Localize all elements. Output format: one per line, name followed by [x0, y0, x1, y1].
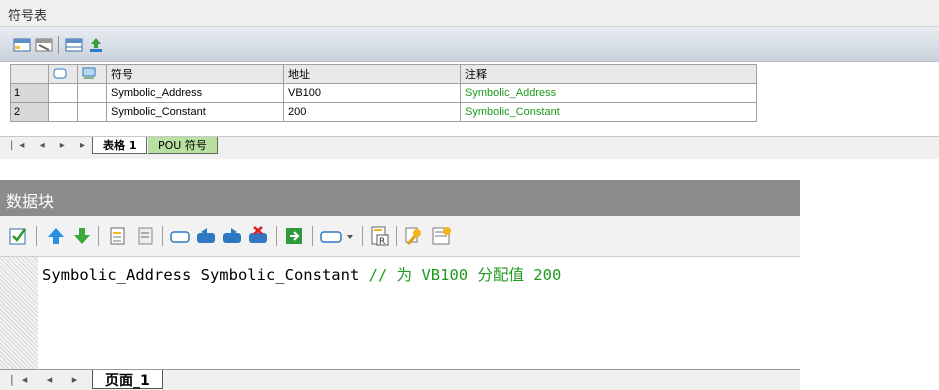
data-block-panel: 数据块 R Symbolic_Address Symbolic_Constant… [0, 180, 800, 390]
toolbar-separator [58, 36, 59, 54]
insert-page-icon[interactable] [106, 224, 130, 248]
table-row[interactable]: 2 Symbolic_Constant 200 Symbolic_Constan… [10, 102, 757, 122]
row-icon-cell [48, 83, 78, 103]
remove-bookmark-icon[interactable] [246, 224, 270, 248]
symbol-table-panel: 符号表 符号 地址 注释 1 Symbolic_Address VB100 Sy… [0, 0, 939, 160]
toolbar-separator [312, 226, 313, 246]
key-icon[interactable] [402, 224, 426, 248]
goto-icon[interactable] [282, 224, 306, 248]
corner-cell [10, 64, 49, 84]
arrow-up-icon[interactable] [44, 224, 68, 248]
toolbar-separator [36, 226, 37, 246]
toolbar-separator [162, 226, 163, 246]
grid-header-row: 符号 地址 注释 [10, 64, 757, 84]
comment-cell[interactable]: Symbolic_Address [460, 83, 757, 103]
symbol-table-toolbar [0, 27, 939, 62]
prev-bookmark-icon[interactable] [194, 224, 218, 248]
row-icon-cell [77, 83, 107, 103]
address-cell[interactable]: 200 [283, 102, 461, 122]
row-number[interactable]: 2 [10, 102, 49, 122]
data-block-title: 数据块 [6, 192, 55, 211]
col-symbol-header[interactable]: 符号 [106, 64, 284, 84]
properties-icon[interactable] [430, 224, 454, 248]
col-comment-icon-header [77, 64, 107, 84]
symbol-cell[interactable]: Symbolic_Address [106, 83, 284, 103]
library-icon[interactable]: R [368, 224, 392, 248]
symbol-cell[interactable]: Symbolic_Constant [106, 102, 284, 122]
table-row[interactable]: 1 Symbolic_Address VB100 Symbolic_Addres… [10, 83, 757, 103]
code-comment: // 为 VB100 分配值 200 [368, 266, 562, 284]
data-block-editor[interactable]: Symbolic_Address Symbolic_Constant // 为 … [0, 257, 800, 369]
row-number[interactable]: 1 [10, 83, 49, 103]
col-comment-header[interactable]: 注释 [460, 64, 757, 84]
table-icon[interactable] [64, 35, 84, 55]
toolbar-separator [276, 226, 277, 246]
next-bookmark-icon[interactable] [220, 224, 244, 248]
arrow-down-icon[interactable] [70, 224, 94, 248]
toolbar-separator [98, 226, 99, 246]
symbol-table-title-bar: 符号表 [0, 0, 939, 27]
data-block-toolbar: R [0, 216, 800, 257]
tab-page-1[interactable]: 页面_1 [92, 370, 163, 389]
symbol-sheet-tabs: |◂ ◂ ▸ ▸| 表格 1 POU 符号 [0, 136, 939, 159]
tab-table-1[interactable]: 表格 1 [92, 137, 148, 154]
comment-cell[interactable]: Symbolic_Constant [460, 102, 757, 122]
toolbar-separator [362, 226, 363, 246]
code-line[interactable]: Symbolic_Address Symbolic_Constant // 为 … [42, 263, 561, 285]
address-cell[interactable]: VB100 [283, 83, 461, 103]
col-icon-header [48, 64, 78, 84]
sheet-nav-buttons[interactable]: |◂ ◂ ▸ ▸| [10, 140, 100, 151]
tab-pou-symbols[interactable]: POU 符号 [148, 137, 218, 154]
svg-text:R: R [379, 237, 385, 247]
toolbar-separator [396, 226, 397, 246]
sort-icon[interactable] [86, 35, 106, 55]
view-dropdown-icon[interactable] [318, 224, 358, 248]
symbol-table-title: 符号表 [8, 9, 48, 24]
comment-toggle-icon[interactable] [168, 224, 192, 248]
insert-row-icon[interactable] [12, 35, 32, 55]
check-icon[interactable] [6, 224, 30, 248]
delete-row-icon[interactable] [34, 35, 54, 55]
code-statement: Symbolic_Address Symbolic_Constant [42, 266, 369, 284]
data-block-page-tabs: |◂ ◂ ▸ ▸| 页面_1 [0, 369, 800, 390]
symbol-grid: 符号 地址 注释 1 Symbolic_Address VB100 Symbol… [10, 64, 939, 136]
data-block-title-bar: 数据块 [0, 180, 800, 216]
delete-page-icon[interactable] [134, 224, 158, 248]
col-address-header[interactable]: 地址 [283, 64, 461, 84]
row-icon-cell [48, 102, 78, 122]
row-icon-cell [77, 102, 107, 122]
editor-gutter [0, 257, 38, 369]
